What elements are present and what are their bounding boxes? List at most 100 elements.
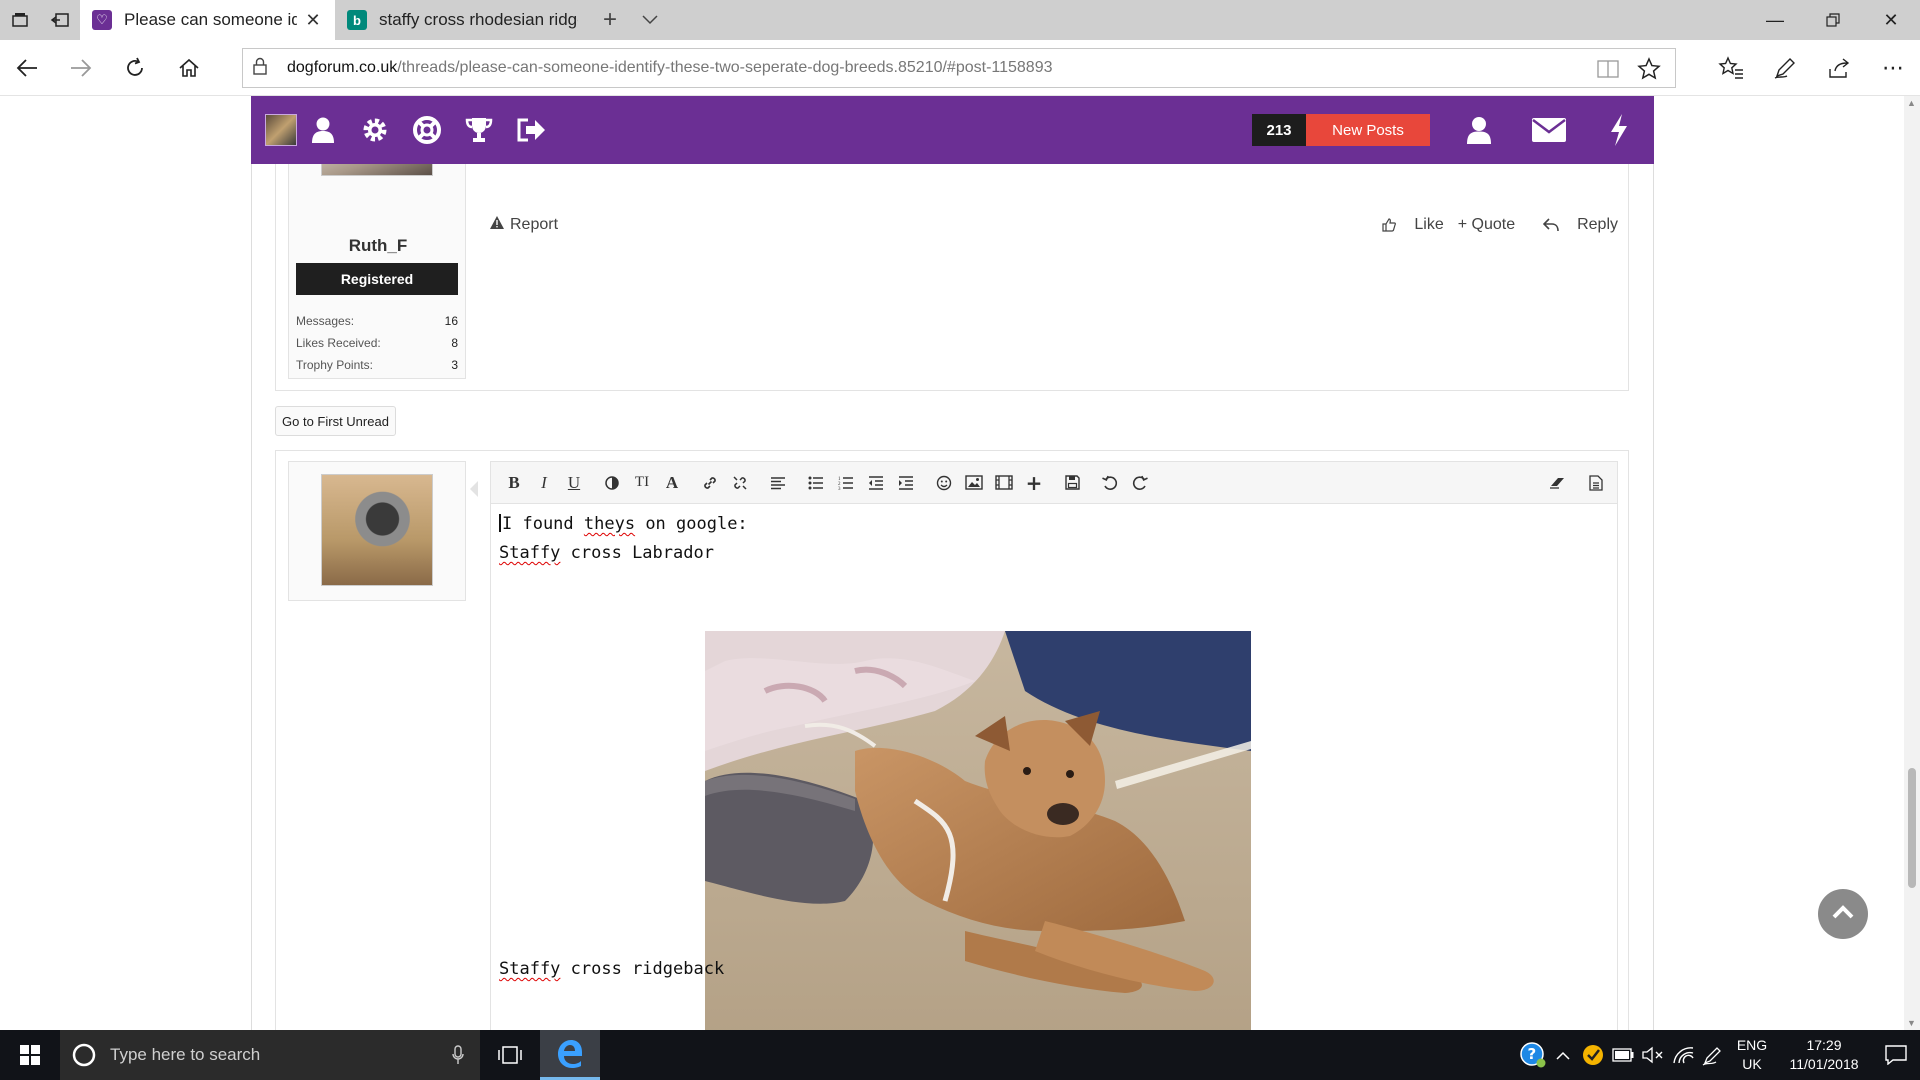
underline-icon[interactable]: U (559, 468, 589, 498)
close-tab-icon[interactable]: ✕ (303, 10, 323, 31)
favorite-star-icon[interactable] (1637, 57, 1661, 86)
reply-button[interactable]: Reply (1529, 216, 1618, 234)
editor-line: I found theys on google: (499, 514, 748, 534)
edge-browser-taskbar-icon[interactable] (540, 1030, 600, 1080)
pen-ink-workspace-icon[interactable] (1698, 1030, 1728, 1080)
stat-likes-received[interactable]: Likes Received: 8 (296, 332, 458, 354)
show-hidden-icons-chevron-icon[interactable] (1548, 1030, 1578, 1080)
forward-button[interactable] (54, 40, 108, 96)
like-button[interactable]: Like (1368, 216, 1444, 234)
stat-trophy-points[interactable]: Trophy Points: 3 (296, 354, 458, 376)
rich-text-editor[interactable]: B I U TI A 1 2 3 + I found theys on goog… (490, 461, 1618, 1030)
set-aside-tabs-icon[interactable] (40, 0, 80, 40)
norton-security-icon[interactable] (1578, 1030, 1608, 1080)
tab-forum-thread[interactable]: ♡ Please can someone ide ✕ (80, 0, 335, 40)
restore-button[interactable] (1804, 0, 1862, 40)
scrollbar-thumb[interactable] (1908, 768, 1916, 888)
stat-messages[interactable]: Messages: 16 (296, 310, 458, 332)
tab-bing-search[interactable]: b staffy cross rhodesian ridge (335, 0, 590, 40)
save-draft-icon[interactable] (1057, 468, 1087, 498)
start-windows-icon[interactable] (0, 1030, 60, 1080)
report-link[interactable]: Report (490, 216, 558, 234)
redo-icon[interactable] (1125, 468, 1155, 498)
embedded-dog-photo[interactable] (705, 631, 1251, 1030)
help-question-icon[interactable]: ? (1518, 1030, 1548, 1080)
tab-title: staffy cross rhodesian ridge (379, 10, 578, 29)
bing-favicon-icon: b (347, 10, 367, 30)
svg-text:3: 3 (838, 487, 841, 490)
font-size-icon[interactable]: TI (627, 468, 657, 498)
taskbar-search-box[interactable]: Type here to search (60, 1030, 480, 1080)
wifi-network-icon[interactable] (1668, 1030, 1698, 1080)
unlink-icon[interactable] (725, 468, 755, 498)
account-icon[interactable] (297, 96, 349, 164)
battery-icon[interactable] (1608, 1030, 1638, 1080)
new-posts-button[interactable]: New Posts (1306, 114, 1430, 146)
smilie-icon[interactable] (929, 468, 959, 498)
tab-preview-chevron-icon[interactable] (630, 0, 670, 40)
more-menu-icon[interactable]: ⋯ (1866, 40, 1920, 96)
quote-button[interactable]: + Quote (1458, 216, 1515, 234)
username[interactable]: Ruth_F (289, 236, 467, 256)
volume-muted-icon[interactable] (1638, 1030, 1668, 1080)
reply-pointer (470, 481, 478, 497)
logout-icon[interactable] (505, 96, 557, 164)
chevron-up-icon (1832, 904, 1854, 924)
settings-gear-icon[interactable] (349, 96, 401, 164)
refresh-button[interactable] (108, 40, 162, 96)
tab-actions-icon[interactable] (0, 0, 40, 40)
media-icon[interactable] (989, 468, 1019, 498)
link-icon[interactable] (695, 468, 725, 498)
reading-view-icon[interactable] (1597, 59, 1619, 84)
trophy-icon[interactable] (453, 96, 505, 164)
scroll-up-icon[interactable]: ▲ (1907, 98, 1916, 108)
align-icon[interactable] (763, 468, 793, 498)
taskbar-clock[interactable]: 17:29 11/01/2018 (1776, 1036, 1872, 1074)
image-icon[interactable] (959, 468, 989, 498)
new-tab-button[interactable]: + (590, 0, 630, 40)
warning-icon (490, 216, 504, 234)
my-avatar[interactable] (265, 114, 297, 146)
alerts-bolt-icon[interactable] (1584, 96, 1654, 164)
system-tray: ? ENG UK 17:29 11/01/2018 (1518, 1030, 1920, 1080)
svg-text:?: ? (1528, 1045, 1537, 1063)
url-text: dogforum.co.uk/threads/please-can-someon… (287, 59, 1053, 76)
post-actions: Like + Quote Reply (1354, 216, 1618, 234)
scroll-down-icon[interactable]: ▼ (1907, 1018, 1916, 1028)
italic-icon[interactable]: I (529, 468, 559, 498)
back-button[interactable] (0, 40, 54, 96)
go-to-first-unread-button[interactable]: Go to First Unread (275, 406, 396, 436)
alerts-count-badge[interactable]: 213 (1252, 114, 1306, 146)
font-family-icon[interactable]: A (657, 468, 687, 498)
bullet-list-icon[interactable] (801, 468, 831, 498)
home-button[interactable] (162, 40, 216, 96)
inbox-envelope-icon[interactable] (1514, 96, 1584, 164)
outdent-icon[interactable] (861, 468, 891, 498)
scroll-to-top-button[interactable] (1818, 889, 1868, 939)
windows-taskbar: Type here to search ? ENG UK 17:29 11/01… (0, 1030, 1920, 1080)
microphone-icon[interactable] (452, 1045, 464, 1070)
favorites-hub-icon[interactable] (1704, 40, 1758, 96)
quick-reply: B I U TI A 1 2 3 + I found theys on goog… (275, 450, 1629, 1030)
remove-formatting-eraser-icon[interactable] (1543, 468, 1573, 498)
share-icon[interactable] (1812, 40, 1866, 96)
address-bar[interactable]: dogforum.co.uk/threads/please-can-someon… (242, 48, 1676, 88)
web-note-pen-icon[interactable] (1758, 40, 1812, 96)
numbered-list-icon[interactable]: 123 (831, 468, 861, 498)
page-viewport: Ruth_F Registered Messages: 16 Likes Rec… (0, 96, 1920, 1030)
close-window-button[interactable]: ✕ (1862, 0, 1920, 40)
undo-icon[interactable] (1095, 468, 1125, 498)
indent-icon[interactable] (891, 468, 921, 498)
task-view-icon[interactable] (480, 1030, 540, 1080)
page-scrollbar[interactable]: ▲ ▼ (1904, 96, 1920, 1030)
insert-plus-icon[interactable]: + (1019, 468, 1049, 498)
user-profile-icon[interactable] (1444, 96, 1514, 164)
toggle-bbcode-icon[interactable] (1581, 468, 1611, 498)
action-center-notification-icon[interactable] (1872, 1030, 1920, 1080)
minimize-button[interactable]: — (1746, 0, 1804, 40)
bold-icon[interactable]: B (499, 468, 529, 498)
text-color-icon[interactable] (597, 468, 627, 498)
help-lifebuoy-icon[interactable] (401, 96, 453, 164)
search-placeholder: Type here to search (110, 1045, 261, 1064)
input-language-indicator[interactable]: ENG UK (1728, 1036, 1776, 1074)
